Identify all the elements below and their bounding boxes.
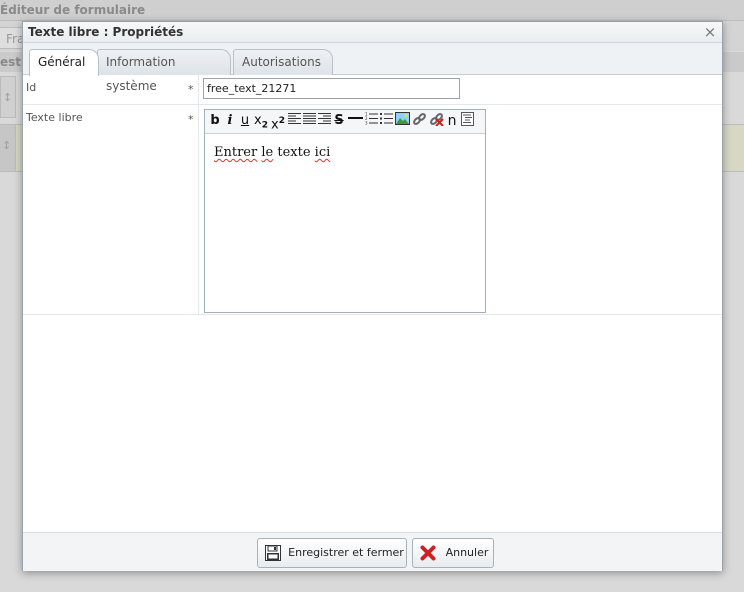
underline-button[interactable]: u xyxy=(238,112,252,130)
close-icon[interactable]: × xyxy=(703,24,717,40)
text-label: Texte libre xyxy=(26,111,83,124)
source-code-icon[interactable] xyxy=(460,112,474,130)
properties-form: Id * Texte libre * biux2x2S123n Entrer l… xyxy=(23,75,722,315)
italic-button[interactable]: i xyxy=(223,112,237,130)
image-icon[interactable] xyxy=(394,112,410,130)
rich-text-editor: b i u x2 x2 S 1 2 3 n Entrer le texte ici xyxy=(204,109,486,313)
tab-autorisations[interactable]: Autorisations xyxy=(233,49,333,75)
background-row-handle: ↕ xyxy=(0,125,16,171)
horizontal-rule-icon[interactable] xyxy=(347,112,363,130)
dialog-footer: Enregistrer et fermer Annuler xyxy=(23,532,722,571)
ordered-list-icon[interactable]: 123 xyxy=(364,112,378,130)
superscript-button[interactable]: x2 xyxy=(270,112,286,133)
dialog-header: Texte libre : Propriétés × xyxy=(23,22,722,43)
editor-word: ici xyxy=(314,145,331,160)
subscript-base: x xyxy=(254,113,262,128)
strikethrough-button[interactable]: S xyxy=(332,112,346,130)
subscript-mark: 2 xyxy=(261,120,268,131)
cancel-button[interactable]: Annuler xyxy=(412,538,494,568)
special-char-button[interactable]: n xyxy=(445,112,459,130)
save-and-close-button[interactable]: Enregistrer et fermer xyxy=(257,538,407,568)
save-and-close-label: Enregistrer et fermer xyxy=(288,546,404,559)
form-row-text: Texte libre * b i u x2 x2 S 1 2 3 n Entrer le tex… xyxy=(23,105,722,315)
bullet-list-icon[interactable] xyxy=(379,112,393,130)
align-left-icon[interactable] xyxy=(287,112,301,130)
tab-general[interactable]: Général xyxy=(29,49,99,76)
id-label: Id xyxy=(26,81,37,94)
background-title: Éditeur de formulaire xyxy=(0,0,744,21)
required-marker: * xyxy=(188,83,194,96)
link-icon[interactable] xyxy=(411,112,427,130)
editor-toolbar: b i u x2 x2 S 1 2 3 n xyxy=(205,110,485,134)
background-row-handle: ↕ xyxy=(0,76,16,118)
superscript-base: x xyxy=(271,117,279,133)
editor-content[interactable]: Entrer le texte ici xyxy=(214,145,330,160)
required-marker: * xyxy=(188,113,194,126)
floppy-disk-icon xyxy=(265,545,281,561)
align-justify-icon[interactable] xyxy=(302,112,316,130)
tab-information-systeme[interactable]: Information système xyxy=(97,49,231,93)
properties-dialog: Texte libre : Propriétés × Autorisations… xyxy=(22,21,723,571)
bold-button[interactable]: b xyxy=(208,112,222,130)
dialog-title: Texte libre : Propriétés xyxy=(28,25,184,39)
superscript-mark: 2 xyxy=(278,116,285,126)
tab-bar: Autorisations Information système Généra… xyxy=(23,43,722,93)
form-row-id: Id * xyxy=(23,75,722,105)
editor-word: texte xyxy=(277,145,311,160)
label-cell: Texte libre * xyxy=(23,105,199,314)
svg-text:3: 3 xyxy=(365,121,368,126)
cancel-label: Annuler xyxy=(445,546,489,559)
editor-word: le xyxy=(261,145,274,160)
unlink-icon[interactable] xyxy=(428,112,444,130)
red-x-icon xyxy=(420,545,436,561)
subscript-button[interactable]: x2 xyxy=(253,112,269,131)
id-input[interactable] xyxy=(203,78,460,99)
label-cell: Id * xyxy=(23,75,199,104)
drag-handle-icon: ↕ xyxy=(2,139,12,152)
editor-word: Entrer xyxy=(214,145,258,160)
align-right-icon[interactable] xyxy=(317,112,331,130)
drag-handle-icon: ↕ xyxy=(3,91,13,104)
